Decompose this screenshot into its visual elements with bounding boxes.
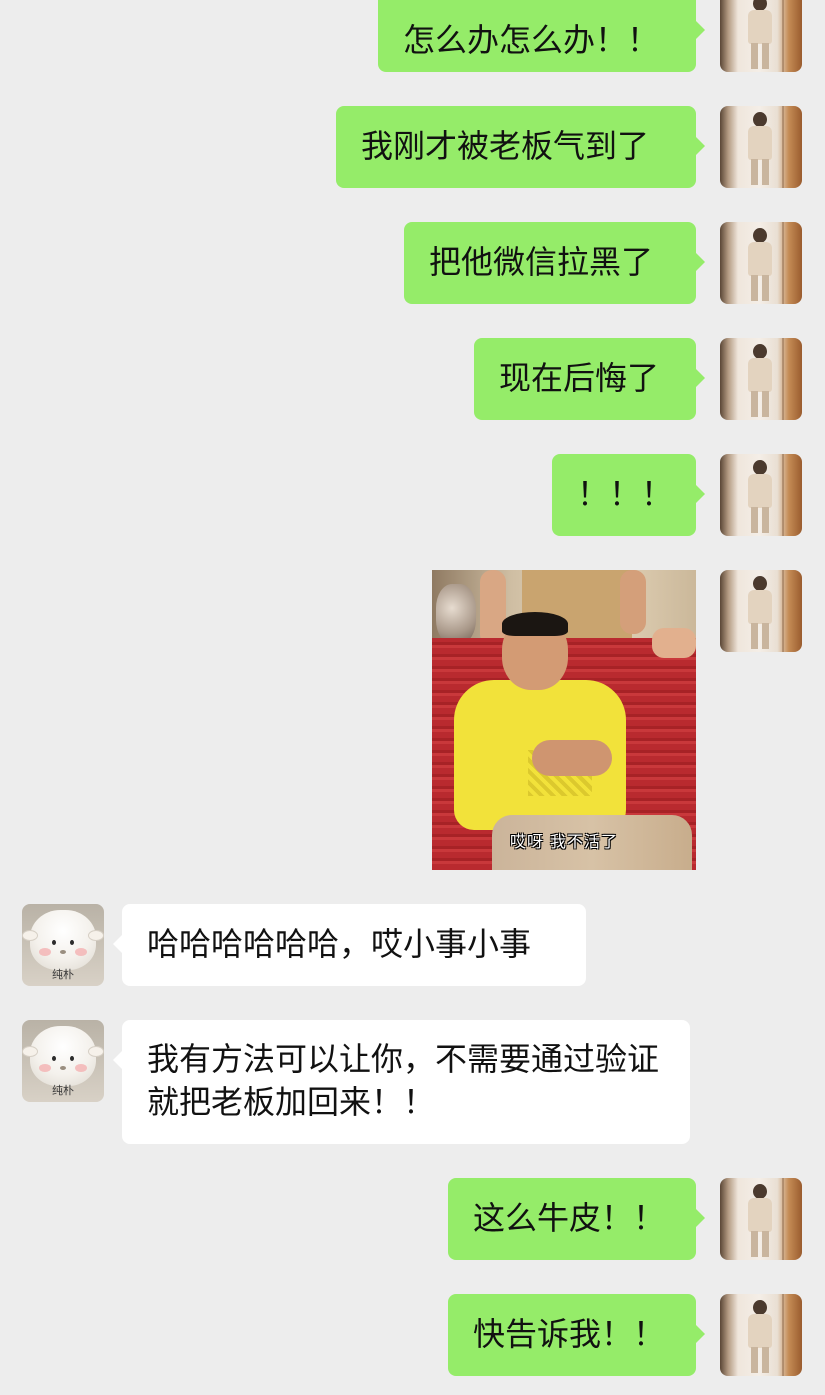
contact-avatar[interactable]: 纯朴 — [22, 904, 104, 986]
my-avatar[interactable] — [720, 338, 802, 420]
avatar-caption: 纯朴 — [52, 968, 74, 981]
person-legs-icon — [751, 507, 769, 533]
person-legs-icon — [751, 1231, 769, 1257]
message-bubble[interactable]: 哈哈哈哈哈哈，哎小事小事 — [113, 904, 586, 986]
door-frame-icon — [782, 454, 784, 536]
door-frame-icon — [782, 222, 784, 304]
my-avatar[interactable] — [720, 106, 802, 188]
contact-avatar[interactable]: 纯朴 — [22, 1020, 104, 1102]
my-avatar[interactable] — [720, 222, 802, 304]
door-frame-icon — [782, 570, 784, 652]
person-head-icon — [753, 1184, 767, 1199]
person-body-icon — [748, 1314, 772, 1348]
door-frame-icon — [782, 1294, 784, 1376]
person-body-icon — [748, 126, 772, 160]
avatar-caption: 纯朴 — [52, 1084, 74, 1097]
adult-arm — [480, 570, 506, 646]
sheep-icon — [22, 1026, 104, 1086]
message-bubble[interactable]: ！！！ — [552, 454, 705, 536]
message-bubble[interactable]: 我有方法可以让你，不需要通过验证就把老板加回来！！ — [113, 1020, 690, 1144]
my-avatar[interactable] — [720, 0, 802, 72]
person-head-icon — [753, 112, 767, 127]
adult-arm — [620, 570, 646, 634]
door-frame-icon — [782, 338, 784, 420]
person-body-icon — [748, 242, 772, 276]
message-bubble[interactable]: 我刚才被老板气到了 — [336, 106, 705, 188]
person-legs-icon — [751, 159, 769, 185]
sticker-caption: 哎呀 我不活了 — [509, 832, 619, 851]
message-bubble[interactable]: 快告诉我！！ — [448, 1294, 705, 1376]
person-legs-icon — [751, 43, 769, 69]
person-legs-icon — [751, 1347, 769, 1373]
message-bubble[interactable]: 这么牛皮！！ — [448, 1178, 705, 1260]
door-frame-icon — [782, 1178, 784, 1260]
my-avatar[interactable] — [720, 570, 802, 652]
person-head-icon — [753, 460, 767, 475]
door-frame-icon — [782, 106, 784, 188]
person-head-icon — [753, 1300, 767, 1315]
door-frame-icon — [782, 0, 784, 72]
person-body-icon — [748, 358, 772, 392]
person-body-icon — [748, 590, 772, 624]
message-bubble[interactable]: 现在后悔了 — [474, 338, 705, 420]
kid-arm — [532, 740, 612, 776]
person-head-icon — [753, 344, 767, 359]
my-avatar[interactable] — [720, 1178, 802, 1260]
flower-vase-icon — [436, 584, 476, 644]
meme-sticker[interactable]: 哎呀 我不活了 — [432, 570, 696, 870]
person-legs-icon — [751, 391, 769, 417]
person-legs-icon — [751, 275, 769, 301]
kid-hair — [502, 612, 568, 636]
message-bubble[interactable]: 怎么办怎么办！！ — [378, 0, 705, 72]
message-bubble[interactable]: 把他微信拉黑了 — [404, 222, 705, 304]
person-body-icon — [748, 1198, 772, 1232]
chat-screen: { "colors": { "chat_background": "#edede… — [0, 0, 825, 1395]
person-body-icon — [748, 10, 772, 44]
person-head-icon — [753, 228, 767, 243]
adult-hand — [652, 628, 696, 658]
person-legs-icon — [751, 623, 769, 649]
person-body-icon — [748, 474, 772, 508]
my-avatar[interactable] — [720, 454, 802, 536]
person-head-icon — [753, 576, 767, 591]
sheep-icon — [22, 910, 104, 970]
my-avatar[interactable] — [720, 1294, 802, 1376]
